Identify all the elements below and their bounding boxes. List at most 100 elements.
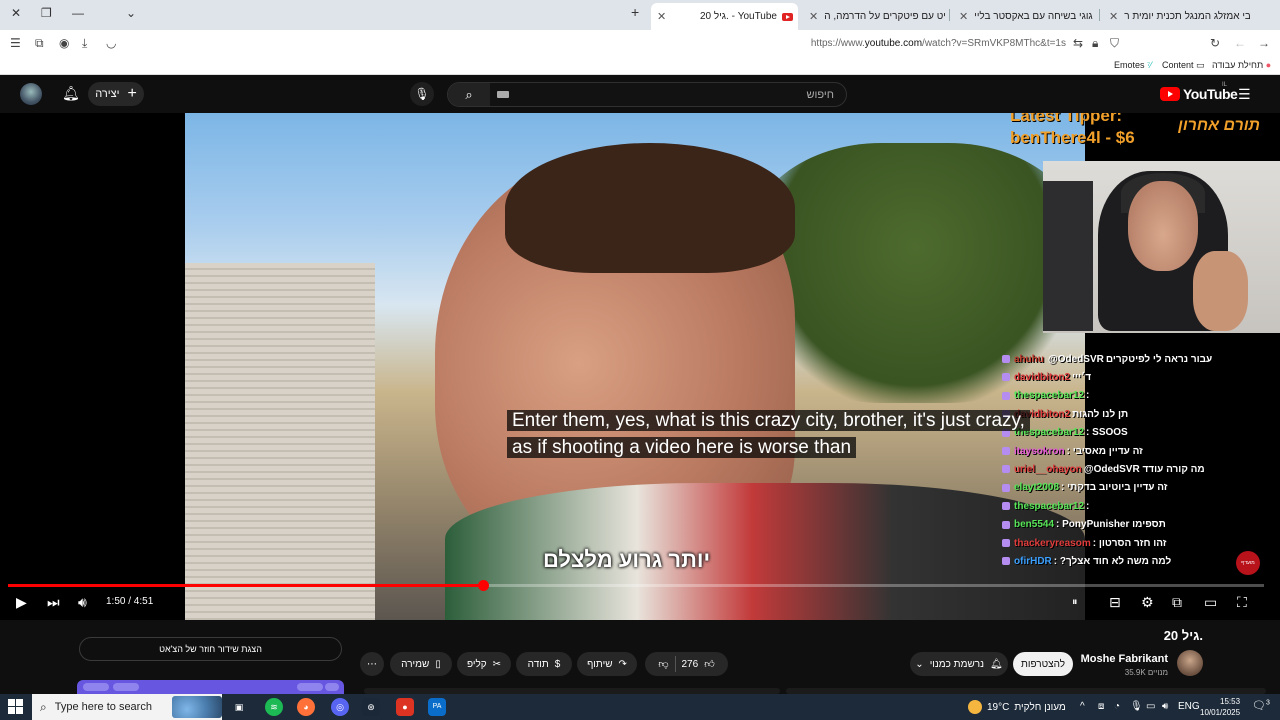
new-tab-icon[interactable]: +: [631, 4, 639, 20]
tray-icon[interactable]: ⧈: [1098, 701, 1104, 712]
app-icon[interactable]: PA: [428, 698, 446, 716]
bell-icon: 🔔︎: [989, 658, 1003, 670]
chat-line: elayt2008: זה עדיין ביוטיוב בדקתי: [1002, 480, 1167, 496]
tab[interactable]: ✕ דוביניט עם פיטקרים על הדרמה, ה: [803, 4, 946, 28]
firefox-icon[interactable]: ◕: [297, 698, 315, 716]
subtitles-icon[interactable]: ⊟: [1109, 594, 1121, 610]
close-tab-icon[interactable]: ✕: [657, 10, 666, 23]
windows-taskbar: ⌕ Type here to search ▣ ≋ ◕ ◎ ⊛ ● PA 19°…: [0, 694, 1280, 720]
chat-message: ד׳ייי: [1072, 371, 1092, 383]
reload-icon[interactable]: ↻: [1210, 36, 1220, 50]
pocket-icon[interactable]: ◡: [106, 36, 116, 50]
tray-icon[interactable]: ◔: [1114, 701, 1120, 712]
tab[interactable]: ✕ קובי אמזלג המנגל תכנית יומית ר: [1103, 4, 1250, 28]
back-icon[interactable]: →: [1258, 36, 1270, 50]
youtube-logo[interactable]: YouTube IL: [1160, 82, 1238, 102]
close-window-icon[interactable]: ✕: [11, 6, 21, 20]
shield-icon[interactable]: ⛉: [1110, 36, 1119, 50]
chip[interactable]: [113, 683, 139, 691]
taskbar-search-input[interactable]: ⌕ Type here to search: [32, 694, 222, 720]
scrubber-handle[interactable]: [477, 580, 489, 591]
discord-icon[interactable]: ◎: [331, 698, 349, 716]
keyboard-icon[interactable]: [497, 91, 509, 98]
youtube-masthead: 🔔︎ יצירה + 🎙︎ ⌕ חיפוש YouTube IL ☰: [0, 75, 1280, 113]
mic-icon[interactable]: 🎙︎: [410, 82, 434, 106]
extensions-icon[interactable]: ⧉: [35, 36, 44, 50]
bookmark-getting-started[interactable]: תחילת עבודה ●: [1212, 60, 1271, 70]
channel-avatar[interactable]: [1177, 650, 1203, 676]
fullscreen-icon[interactable]: ⛶: [1237, 594, 1247, 610]
microphone-tray-icon[interactable]: 🎙︎: [1130, 701, 1143, 712]
weather-widget[interactable]: 19°C מעונן חלקית: [968, 700, 1066, 714]
minimize-window-icon[interactable]: —: [72, 6, 84, 20]
create-button[interactable]: יצירה +: [88, 82, 144, 106]
chat-replay-button[interactable]: הצגת שידור חוזר של הצ'אט: [79, 637, 342, 661]
tab-active[interactable]: ✕ גיל 20. - YouTube: [651, 3, 798, 30]
tab[interactable]: ✕ רונן גוגי בשיחה עם באקסטר בליי: [953, 4, 1096, 28]
system-clock[interactable]: 15:53 10/01/2025: [1200, 696, 1240, 718]
play-icon[interactable]: ▶: [16, 594, 27, 610]
obs-record-icon[interactable]: ●: [396, 698, 414, 716]
volume-icon[interactable]: 🔊︎: [78, 594, 87, 610]
dislike-icon[interactable]: 👎︎: [658, 658, 668, 670]
join-button[interactable]: להצטרפות: [1013, 652, 1073, 676]
tab-list-chevron-icon[interactable]: ⌄: [126, 6, 136, 20]
chat-username: uriel__ohayon: [1014, 463, 1082, 475]
speaker-icon[interactable]: 🔊︎: [1162, 701, 1168, 712]
thanks-button[interactable]: תודה $: [516, 652, 572, 676]
miniplayer-icon[interactable]: ⧉: [1172, 594, 1182, 610]
close-tab-icon[interactable]: ✕: [959, 10, 968, 23]
search-box[interactable]: ⌕ חיפוש: [447, 82, 847, 107]
video-info-area: גיל 20. Moshe Fabrikant 35.9K מנויים להצ…: [0, 620, 1280, 694]
chat-line: ofirHDR: ?למה משה לא חוד אצלך: [1002, 553, 1171, 569]
search-input[interactable]: חיפוש: [807, 89, 834, 101]
close-tab-icon[interactable]: ✕: [809, 10, 818, 23]
language-indicator[interactable]: ENG: [1178, 701, 1200, 712]
chip[interactable]: [83, 683, 109, 691]
restore-window-icon[interactable]: ❐: [41, 6, 52, 20]
video-frame[interactable]: [185, 113, 1085, 620]
reader-mode-icon[interactable]: ⇆: [1073, 36, 1083, 50]
lock-icon[interactable]: 🔒︎: [1092, 36, 1098, 50]
menu-icon[interactable]: ☰: [1238, 86, 1251, 103]
save-button[interactable]: שמירה ▯: [390, 652, 452, 676]
notification-icon[interactable]: 🗨︎3: [1252, 699, 1270, 712]
autoplay-toggle[interactable]: ⏸︎: [1072, 594, 1078, 610]
settings-gear-icon[interactable]: ⚙: [1141, 594, 1154, 610]
like-divider: [674, 656, 676, 672]
spotify-icon[interactable]: ≋: [265, 698, 283, 716]
favorite-badge[interactable]: מועדף: [1236, 551, 1260, 575]
next-icon[interactable]: ⏭︎: [47, 594, 60, 610]
progress-bar[interactable]: [8, 580, 1264, 591]
chat-badge-icon: [1002, 502, 1010, 511]
task-view-icon[interactable]: ▣: [230, 698, 248, 716]
chat-badge-icon: [1002, 483, 1010, 492]
forward-icon[interactable]: ←: [1234, 36, 1246, 50]
windows-start-icon[interactable]: [8, 699, 23, 714]
like-icon[interactable]: 👍︎: [704, 658, 714, 670]
clip-button[interactable]: קליפ ✂: [457, 652, 511, 676]
downloads-icon[interactable]: ⤓: [82, 36, 87, 50]
tray-chevron-icon[interactable]: ^: [1080, 701, 1085, 712]
theater-mode-icon[interactable]: ▭: [1204, 594, 1217, 610]
bookmark-emotes[interactable]: Emotes ⁷⁄: [1114, 60, 1152, 70]
app-menu-icon[interactable]: ☰: [10, 36, 21, 50]
account-icon[interactable]: ◉: [59, 36, 69, 50]
like-dislike-bar[interactable]: 👎︎ 276 👍︎: [645, 652, 728, 676]
account-avatar[interactable]: [20, 83, 42, 105]
channel-name[interactable]: Moshe Fabrikant: [1081, 653, 1168, 665]
subscribed-button[interactable]: ⌄ נרשמת כמנוי 🔔︎: [910, 652, 1008, 676]
steam-icon[interactable]: ⊛: [362, 698, 380, 716]
video-player[interactable]: Latest Tipper: benThere4l - $6 תורם אחרו…: [0, 113, 1280, 620]
close-tab-icon[interactable]: ✕: [1109, 10, 1118, 23]
bell-icon[interactable]: 🔔︎: [62, 85, 80, 102]
address-bar[interactable]: https://www.youtube.com/watch?v=SRmVKP8M…: [200, 33, 1130, 55]
share-button[interactable]: שיתוף ↷: [577, 652, 637, 676]
chip[interactable]: [297, 683, 323, 691]
chat-username: ahuhu: [1014, 353, 1044, 365]
more-actions-button[interactable]: ⋯: [360, 652, 384, 676]
search-icon[interactable]: ⌕: [448, 83, 490, 106]
chip[interactable]: [325, 683, 339, 691]
network-icon[interactable]: ▭: [1146, 701, 1155, 712]
bookmark-content[interactable]: Content ▭: [1162, 60, 1205, 71]
